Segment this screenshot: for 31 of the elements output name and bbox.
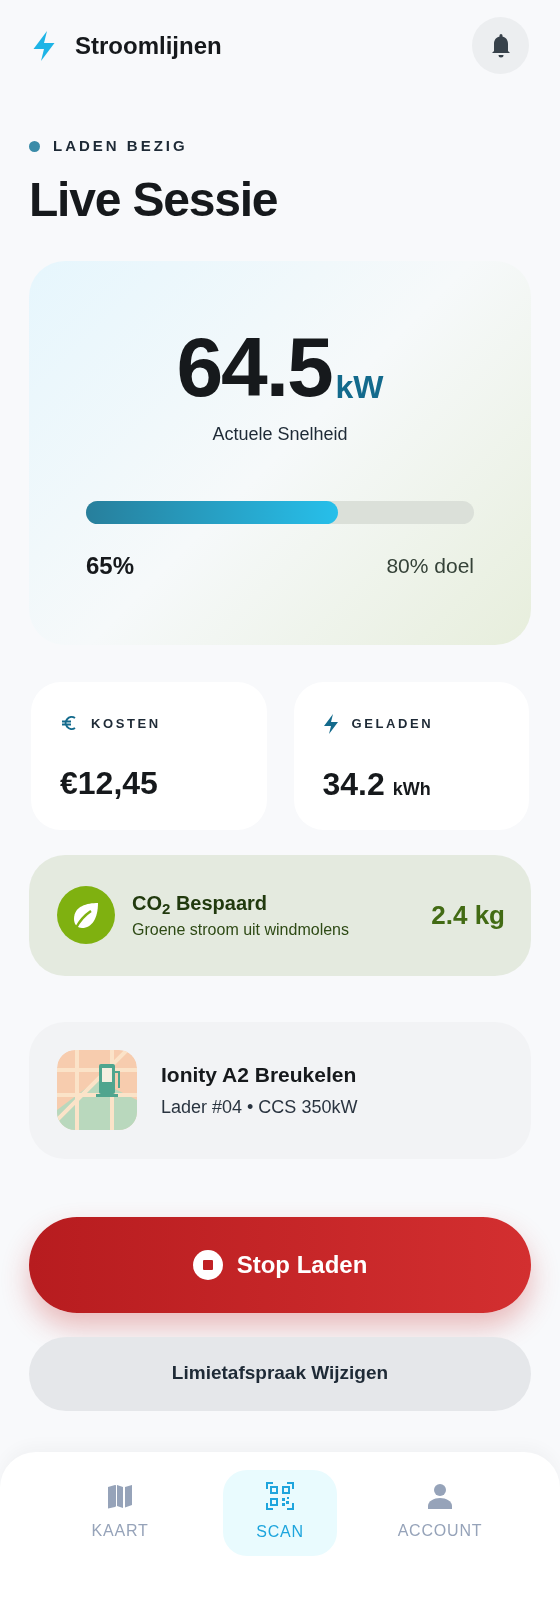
status-label: LADEN BEZIG [53,136,188,156]
limit-button[interactable]: Limietafspraak Wijzigen [29,1336,531,1411]
stat-unit: kWh [392,777,431,801]
bolt-icon [31,30,57,61]
page-title: Live Sessie [28,171,279,228]
stat-label: GELADEN [351,714,434,733]
qr-code-icon [266,1482,294,1510]
map-icon [107,1483,133,1509]
euro-icon [60,714,78,733]
co2-value: 2.4 kg [431,898,505,932]
speed-value: 64.5 [176,326,332,407]
leaf-icon [57,886,115,944]
nav-tab[interactable]: SCAN [223,1470,337,1556]
stat-value: 34.2 [322,764,385,804]
battery-percentage: 65% [86,550,135,581]
speed-label: Actuele Snelheid [212,422,348,446]
bolt-icon [322,713,339,734]
station-detail: Lader #04 • CCS 350kW [161,1096,358,1120]
stop-icon [192,1249,223,1280]
nav-tab[interactable]: ACCOUNT [383,1470,497,1556]
nav-tab[interactable]: KAART [63,1470,177,1556]
speed-unit: kW [335,368,384,405]
co2-title: CO$_{2}$ Bespaard [132,891,269,918]
person-icon [428,1483,452,1509]
stop-button[interactable]: Stop Laden [29,1216,531,1313]
stat-label: KOSTEN [91,714,161,733]
co2-subtitle: Groene stroom uit windmolens [132,920,350,940]
app-name: Stroomlijnen [75,30,222,61]
target-label: 80% doel [386,552,474,579]
station-name: Ionity A2 Breukelen [161,1061,358,1088]
stat-value: €12,45 [60,764,158,803]
